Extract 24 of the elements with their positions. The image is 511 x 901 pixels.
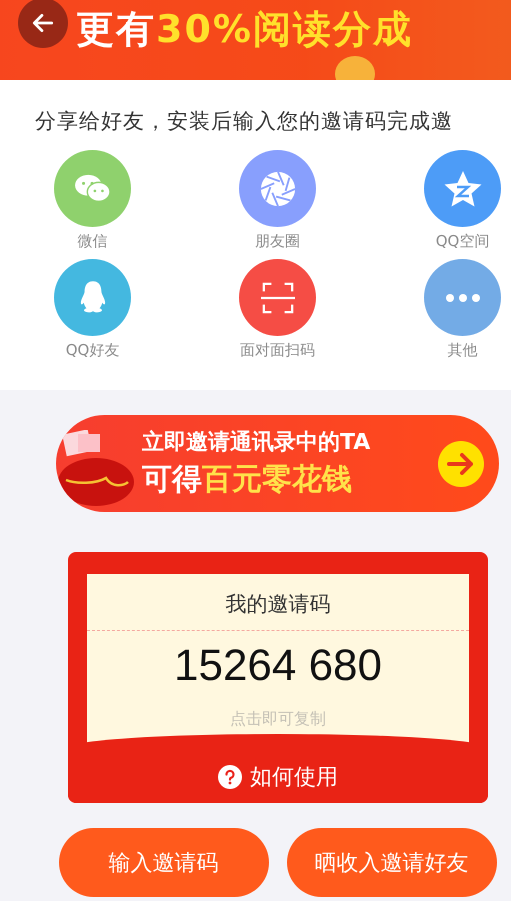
- invite-contacts-banner[interactable]: 立即邀请通讯录中的TA 可得百元零花钱: [56, 415, 499, 512]
- card-title: 我的邀请码: [226, 591, 330, 618]
- share-option[interactable]: QQ好友: [0, 259, 185, 360]
- share-option[interactable]: 微信: [0, 150, 185, 251]
- invite-code[interactable]: 15264 680: [174, 641, 382, 691]
- scan-frame-icon: [260, 280, 294, 314]
- share-instruction: 分享给好友，安装后输入您的邀请码完成邀: [34, 108, 454, 135]
- banner-title: 立即邀请通讯录中的TA: [142, 428, 370, 457]
- share-option[interactable]: QQ空间: [370, 150, 511, 251]
- copy-hint: 点击即可复制: [230, 709, 326, 730]
- action-button[interactable]: 晒收入邀请好友: [286, 828, 496, 897]
- share-option[interactable]: 面对面扫码: [185, 259, 370, 360]
- more-dots-icon: [444, 292, 480, 302]
- camera-shutter-icon: [258, 170, 296, 208]
- how-to-use-link[interactable]: 如何使用: [68, 761, 488, 793]
- help-icon: [218, 765, 242, 789]
- banner-subtitle: 可得百元零花钱: [142, 461, 352, 499]
- share-option[interactable]: 其他: [370, 259, 511, 360]
- headline: 更有30%阅读分成: [76, 6, 413, 53]
- back-button[interactable]: [18, 0, 68, 48]
- share-option[interactable]: 朋友圈: [185, 150, 370, 251]
- star-icon: [442, 170, 482, 208]
- arrow-right-icon: [437, 440, 485, 488]
- action-button[interactable]: 输入邀请码: [58, 828, 268, 897]
